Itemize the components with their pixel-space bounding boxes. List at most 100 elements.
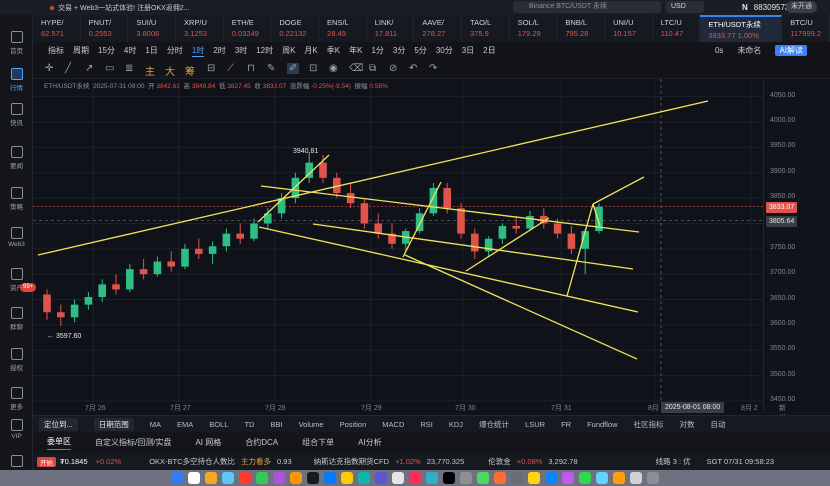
- period-18[interactable]: 3日: [462, 45, 474, 56]
- bottom-tab-2[interactable]: AI 网格: [195, 437, 221, 448]
- status-item3[interactable]: 纳斯达克指数期货CFD: [314, 456, 389, 467]
- period-13[interactable]: 年K: [349, 45, 362, 56]
- sidebar-item-2[interactable]: 快讯: [0, 103, 33, 127]
- indicator-7[interactable]: MACD: [382, 420, 404, 429]
- dock-app-icon[interactable]: [239, 472, 251, 484]
- period-16[interactable]: 5分: [414, 45, 426, 56]
- dock-app-icon[interactable]: [579, 472, 591, 484]
- period-6[interactable]: 1时: [191, 45, 205, 57]
- dock-app-icon[interactable]: [188, 472, 200, 484]
- ticker-4[interactable]: ETH/E 0.03249: [224, 15, 272, 42]
- period-8[interactable]: 3时: [235, 45, 247, 56]
- layers-icon[interactable]: ⧉: [369, 63, 376, 74]
- crosshair-icon[interactable]: ✛: [45, 63, 53, 74]
- ticker-0[interactable]: HYPE/62.571: [33, 15, 81, 42]
- indicator-11[interactable]: LSUR: [525, 420, 545, 429]
- indicator-9[interactable]: KDJ: [449, 420, 463, 429]
- period-14[interactable]: 1分: [371, 45, 383, 56]
- ticker-14[interactable]: ETH/USDT永续 3833.77 1.00%: [700, 15, 783, 42]
- period-9[interactable]: 12时: [256, 45, 273, 56]
- eye-icon[interactable]: ◉: [329, 63, 338, 74]
- indicator-right-1[interactable]: 对数: [680, 419, 695, 430]
- indicator-left-0[interactable]: 定位到...: [39, 417, 78, 431]
- undo-icon[interactable]: ↶: [409, 63, 417, 74]
- dock-app-icon[interactable]: [630, 472, 642, 484]
- sidebar-item-3[interactable]: 要闻: [0, 146, 33, 170]
- ticker-2[interactable]: SUI/U 3.8006: [128, 15, 177, 42]
- ticker-11[interactable]: BNB/L 795.28: [557, 15, 606, 42]
- bottom-tab-1[interactable]: 自定义指标/回测/实盘: [95, 437, 171, 448]
- period-4[interactable]: 1日: [145, 45, 157, 56]
- brush-icon[interactable]: ✎: [267, 63, 275, 74]
- toolbar-right-2[interactable]: AI解读: [775, 45, 807, 56]
- dock-app-icon[interactable]: [426, 472, 438, 484]
- promo-title[interactable]: 交易 + Web3一站式体验! 注册OKX返佣2...: [58, 3, 190, 13]
- dock-app-icon[interactable]: [392, 472, 404, 484]
- indicator-6[interactable]: Position: [340, 420, 367, 429]
- sidebar-item-0[interactable]: 首页: [0, 31, 33, 55]
- period-12[interactable]: 季K: [327, 45, 340, 56]
- period-1[interactable]: 周期: [73, 45, 89, 56]
- trendline-icon[interactable]: ╱: [65, 63, 71, 74]
- dock-app-icon[interactable]: [460, 472, 472, 484]
- indicator-2[interactable]: BOLL: [209, 420, 228, 429]
- ticker-10[interactable]: SOL/L 179.29: [510, 15, 558, 42]
- dock-app-icon[interactable]: [171, 472, 183, 484]
- account-id[interactable]: N 88309573: [742, 1, 789, 14]
- bottom-tab-3[interactable]: 合约DCA: [245, 437, 278, 448]
- indicator-10[interactable]: 爆仓统计: [479, 419, 509, 430]
- text-tool-icon[interactable]: 大: [165, 63, 175, 78]
- bottom-tab-0[interactable]: 委单区: [47, 436, 71, 450]
- fib-icon[interactable]: ≣: [125, 63, 133, 74]
- period-10[interactable]: 周K: [282, 45, 295, 56]
- dock-app-icon[interactable]: [358, 472, 370, 484]
- pen-icon[interactable]: ✐: [287, 63, 300, 74]
- ruler-icon[interactable]: ⟋: [227, 63, 234, 74]
- indicator-left-1[interactable]: 日期范围: [93, 417, 134, 431]
- dock-app-icon[interactable]: [324, 472, 336, 484]
- ticker-3[interactable]: XRP/U 3.1253: [176, 15, 224, 42]
- dock-app-icon[interactable]: [273, 472, 285, 484]
- indicator-0[interactable]: MA: [150, 420, 161, 429]
- period-0[interactable]: 指标: [48, 45, 64, 56]
- dock-app-icon[interactable]: [511, 472, 523, 484]
- period-7[interactable]: 2时: [213, 45, 225, 56]
- sidebar-item-9[interactable]: 更多: [0, 387, 33, 411]
- account-status-badge[interactable]: 未开通: [786, 1, 817, 13]
- indicator-12[interactable]: FR: [561, 420, 571, 429]
- status-item4[interactable]: 伦敦金: [488, 456, 511, 467]
- indicator-1[interactable]: EMA: [177, 420, 193, 429]
- sidebar-item-4[interactable]: 策略: [0, 187, 33, 211]
- indicator-right-2[interactable]: 自动: [711, 419, 726, 430]
- time-axis[interactable]: 2025-08-01 08:00 新增 7月 267月 277月 287月 29…: [33, 402, 786, 422]
- toolbar-right-0[interactable]: 0s: [715, 46, 723, 55]
- dock-app-icon[interactable]: [596, 472, 608, 484]
- period-5[interactable]: 分时: [167, 45, 183, 56]
- ticker-5[interactable]: DOGE 0.22132: [271, 15, 320, 42]
- ticker-13[interactable]: LTC/U 110.47: [653, 15, 701, 42]
- ticker-12[interactable]: UNI/U 10.157: [605, 15, 653, 42]
- sidebar-item-8[interactable]: 授权: [0, 348, 33, 372]
- ticker-6[interactable]: ENS/L 28.49: [319, 15, 367, 42]
- hide-icon[interactable]: ⊘: [389, 63, 397, 74]
- lock-icon[interactable]: ⊡: [309, 63, 317, 74]
- ticker-9[interactable]: TAO/L 375.9: [462, 15, 510, 42]
- indicator-5[interactable]: Volume: [299, 420, 324, 429]
- status-item2[interactable]: OKX-BTC多空持仓人数比: [149, 456, 235, 467]
- dock-app-icon[interactable]: [528, 472, 540, 484]
- ray-icon[interactable]: ↗: [85, 63, 93, 74]
- text-tool-icon[interactable]: 筹: [185, 63, 195, 78]
- ticker-1[interactable]: PNUT/0.2553: [81, 15, 129, 42]
- dock-app-icon[interactable]: [375, 472, 387, 484]
- currency-select[interactable]: USD: [666, 1, 704, 13]
- dock-app-icon[interactable]: [222, 472, 234, 484]
- symbol-search-input[interactable]: Binance BTC/USDT 永续: [513, 1, 661, 13]
- period-17[interactable]: 30分: [436, 45, 453, 56]
- sidebar-item-11[interactable]: [0, 455, 33, 469]
- sidebar-item-7[interactable]: 群聊: [0, 307, 33, 331]
- indicator-right-0[interactable]: 社区指标: [634, 419, 664, 430]
- magnet-icon[interactable]: ⊓: [247, 63, 255, 74]
- dock-app-icon[interactable]: [477, 472, 489, 484]
- ticker-8[interactable]: AAVE/278.27: [414, 15, 463, 42]
- indicator-8[interactable]: RSI: [420, 420, 433, 429]
